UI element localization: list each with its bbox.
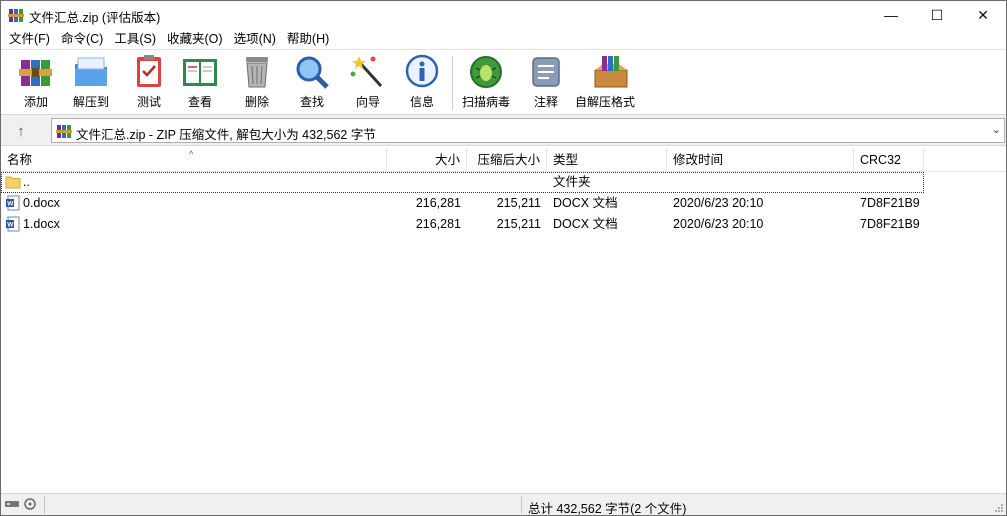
word-doc-icon: W [6, 195, 20, 211]
virus-scan-button[interactable]: 扫描病毒 [462, 54, 510, 112]
winrar-app-icon [8, 9, 24, 22]
word-doc-icon: W [6, 216, 20, 232]
item-name: .. [23, 175, 30, 189]
menu-tools[interactable]: 工具(S) [110, 29, 160, 49]
delete-button[interactable]: 删除 [238, 54, 276, 112]
view-button[interactable]: 查看 [181, 54, 219, 112]
up-folder-button[interactable]: ↑ [7, 120, 35, 142]
status-summary: 总计 432,562 字节(2 个文件) [528, 502, 687, 516]
comment-button[interactable]: 注释 [527, 54, 565, 112]
address-text: 文件汇总.zip - ZIP 压缩文件, 解包大小为 432,562 字节 [76, 128, 376, 142]
menu-help[interactable]: 帮助(H) [283, 29, 333, 49]
sfx-button[interactable]: 自解压格式 [575, 54, 635, 112]
column-name[interactable]: 名称 ^ [1, 148, 387, 172]
minimize-icon: — [884, 7, 898, 23]
column-modified[interactable]: 修改时间 [667, 148, 854, 172]
test-icon [137, 55, 161, 87]
virus-scan-label: 扫描病毒 [462, 95, 511, 109]
status-bar: 总计 432,562 字节(2 个文件) [1, 493, 1006, 516]
item-size: 216,281 [415, 217, 461, 231]
item-packed-size: 215,211 [496, 217, 541, 231]
sort-ascending-icon: ^ [189, 149, 194, 159]
menu-favorites[interactable]: 收藏夹(O) [163, 29, 227, 49]
info-button[interactable]: 信息 [403, 54, 441, 112]
resize-grip-icon[interactable] [994, 503, 1004, 513]
find-button[interactable]: 查找 [293, 54, 331, 112]
status-separator [44, 496, 45, 514]
item-packed-size: 215,211 [496, 196, 541, 210]
item-name: 0.docx [23, 196, 60, 210]
extract-to-button[interactable]: 解压到 [72, 54, 110, 112]
test-label: 测试 [136, 95, 161, 109]
wizard-label: 向导 [355, 95, 380, 109]
item-name: 1.docx [23, 217, 60, 231]
column-header-row: 名称 ^ 大小 压缩后大小 类型 修改时间 CRC32 [1, 148, 1006, 172]
item-modified: 2020/6/23 20:10 [673, 196, 764, 210]
trash-icon [246, 57, 268, 88]
winrar-window: 文件汇总.zip (评估版本) — ☐ ✕ 文件(F) 命令(C) 工具(S) … [0, 0, 1007, 516]
item-type: DOCX 文档 [553, 217, 618, 231]
item-size: 216,281 [415, 196, 461, 210]
item-crc32: 7D8F21B9 [860, 217, 920, 231]
comment-icon [532, 57, 560, 87]
column-size[interactable]: 大小 [387, 148, 467, 172]
find-label: 查找 [299, 95, 324, 109]
svg-text:W: W [7, 222, 14, 229]
archive-icon [56, 125, 72, 138]
add-label: 添加 [23, 95, 48, 109]
wizard-button[interactable]: 向导 [349, 54, 387, 112]
view-label: 查看 [187, 95, 212, 109]
status-separator [521, 496, 522, 514]
column-crc32[interactable]: CRC32 [854, 148, 924, 172]
item-modified: 2020/6/23 20:10 [673, 217, 764, 231]
extract-to-label: 解压到 [72, 95, 109, 109]
toolbar-separator [452, 56, 453, 110]
address-row: ↑ 文件汇总.zip - ZIP 压缩文件, 解包大小为 432,562 字节 … [1, 115, 1006, 146]
up-arrow-icon: ↑ [17, 122, 25, 140]
sfx-label: 自解压格式 [575, 95, 636, 109]
test-button[interactable]: 测试 [130, 54, 168, 112]
maximize-icon: ☐ [930, 6, 944, 23]
list-item-parent-folder[interactable]: .. 文件夹 [1, 172, 924, 193]
maximize-button[interactable]: ☐ [914, 1, 960, 29]
drive-icon[interactable] [4, 497, 40, 511]
add-archive-icon [19, 60, 52, 86]
svg-text:W: W [7, 201, 14, 208]
toolbar: 添加 解压到 测试 查看 删除 查找 向导 信息 扫描病毒 注释 自解压格式 [1, 49, 1006, 115]
list-item-0-docx[interactable]: W 0.docx 216,281 215,211 DOCX 文档 2020/6/… [1, 193, 924, 214]
wizard-wand-icon [350, 56, 383, 88]
minimize-button[interactable]: — [868, 1, 914, 29]
menu-bar: 文件(F) 命令(C) 工具(S) 收藏夹(O) 选项(N) 帮助(H) [1, 29, 1006, 49]
menu-options[interactable]: 选项(N) [230, 29, 280, 49]
column-name-label: 名称 [7, 153, 33, 167]
close-icon: ✕ [977, 6, 989, 23]
folder-icon [5, 176, 21, 189]
delete-label: 删除 [244, 95, 269, 109]
column-type[interactable]: 类型 [547, 148, 667, 172]
file-list: 名称 ^ 大小 压缩后大小 类型 修改时间 CRC32 .. 文件夹 W 0.d… [1, 146, 1006, 493]
title-bar: 文件汇总.zip (评估版本) — ☐ ✕ [1, 1, 1006, 29]
item-type: 文件夹 [553, 175, 591, 189]
item-crc32: 7D8F21B9 [860, 196, 920, 210]
info-label: 信息 [409, 95, 434, 109]
sfx-box-icon [594, 56, 628, 88]
extract-to-icon [75, 57, 107, 86]
info-icon [405, 54, 439, 88]
comment-label: 注释 [533, 95, 558, 109]
virus-scan-icon [470, 56, 502, 88]
view-book-icon [183, 59, 217, 86]
column-packed-size[interactable]: 压缩后大小 [467, 148, 547, 172]
window-title: 文件汇总.zip (评估版本) [29, 11, 161, 25]
address-bar[interactable]: 文件汇总.zip - ZIP 压缩文件, 解包大小为 432,562 字节 ⌄ [51, 118, 1005, 143]
magnifier-icon [296, 56, 329, 89]
menu-file[interactable]: 文件(F) [5, 29, 54, 49]
item-type: DOCX 文档 [553, 196, 618, 210]
address-dropdown-icon[interactable]: ⌄ [992, 123, 1001, 136]
close-button[interactable]: ✕ [960, 1, 1006, 29]
list-item-1-docx[interactable]: W 1.docx 216,281 215,211 DOCX 文档 2020/6/… [1, 214, 924, 235]
add-button[interactable]: 添加 [17, 54, 55, 112]
menu-command[interactable]: 命令(C) [57, 29, 107, 49]
